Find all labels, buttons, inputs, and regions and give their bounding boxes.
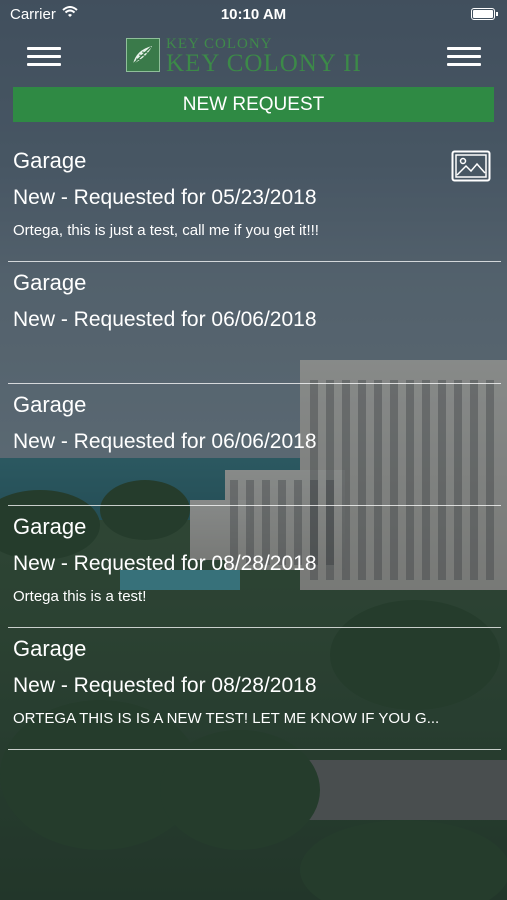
request-status: New - Requested for 08/28/2018 [13, 674, 317, 697]
request-note: Ortega this is a test! [13, 588, 147, 605]
clock: 10:10 AM [220, 6, 287, 23]
request-status: New - Requested for 06/06/2018 [13, 308, 317, 331]
request-status: New - Requested for 08/28/2018 [13, 552, 317, 575]
request-status: New - Requested for 05/23/2018 [13, 186, 317, 209]
divider [8, 749, 501, 750]
request-title: Garage [13, 514, 87, 539]
options-menu-icon[interactable] [447, 42, 481, 70]
logo-leaf-icon [126, 38, 160, 72]
battery-icon [471, 8, 498, 20]
logo-text-main: KEY COLONY II [166, 50, 362, 77]
request-title: Garage [13, 392, 87, 417]
request-status: New - Requested for 06/06/2018 [13, 430, 317, 453]
app-header: KEY COLONY KEY COLONY II [0, 34, 507, 80]
key-colony-logo: KEY COLONY KEY COLONY II [126, 36, 388, 77]
photo-icon[interactable] [451, 150, 491, 182]
request-title: Garage [13, 270, 87, 295]
request-item[interactable]: Garage New - Requested for 05/23/2018 Or… [0, 140, 507, 262]
request-note: Ortega, this is just a test, call me if … [13, 222, 319, 239]
request-item[interactable]: Garage New - Requested for 08/28/2018 Or… [0, 506, 507, 628]
menu-icon[interactable] [27, 42, 61, 70]
request-title: Garage [13, 636, 87, 661]
request-item[interactable]: Garage New - Requested for 06/06/2018 [0, 384, 507, 506]
request-title: Garage [13, 148, 87, 173]
new-request-button[interactable]: NEW REQUEST [13, 87, 494, 122]
request-list: Garage New - Requested for 05/23/2018 Or… [0, 140, 507, 750]
status-bar: Carrier 10:10 AM [0, 0, 507, 30]
request-note: ORTEGA THIS IS IS A NEW TEST! LET ME KNO… [13, 710, 440, 727]
request-item[interactable]: Garage New - Requested for 08/28/2018 OR… [0, 628, 507, 750]
request-item[interactable]: Garage New - Requested for 06/06/2018 [0, 262, 507, 384]
